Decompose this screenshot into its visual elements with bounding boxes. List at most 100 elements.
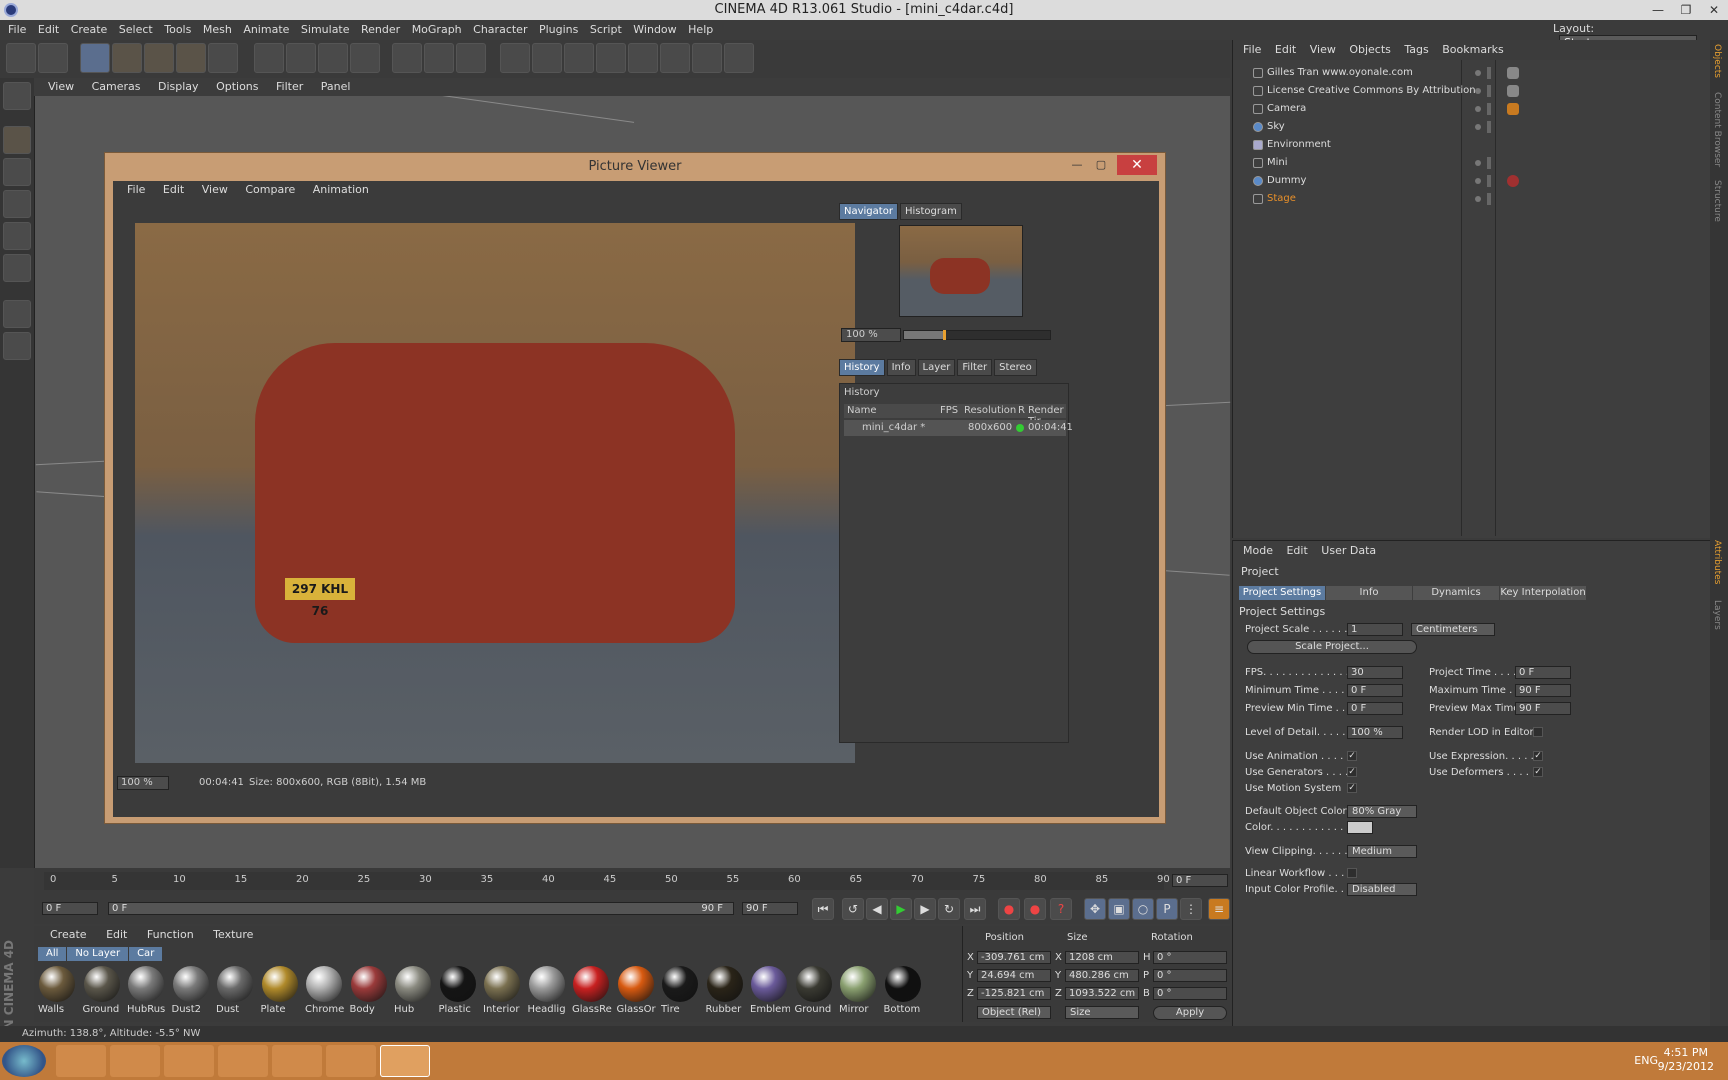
light-icon[interactable] — [724, 43, 754, 73]
previous-frame-icon[interactable]: ◀ — [866, 898, 888, 920]
layer-tab-car[interactable]: Car — [129, 947, 163, 961]
move-icon[interactable] — [112, 43, 142, 73]
pv-close-button[interactable]: ✕ — [1117, 155, 1157, 175]
cinema4d-active-taskbar-icon[interactable] — [380, 1045, 430, 1077]
menu-mograph[interactable]: MoGraph — [412, 20, 462, 40]
texture-mode-icon[interactable] — [3, 158, 31, 186]
pv-menu-view[interactable]: View — [202, 181, 228, 199]
project-scale-field[interactable]: 1 — [1347, 623, 1403, 636]
material-swatch[interactable]: Bottom — [882, 964, 924, 1018]
nurbs-icon[interactable] — [564, 43, 594, 73]
use-animation-checkbox[interactable]: ✓ — [1347, 751, 1357, 761]
z-axis-lock-icon[interactable] — [318, 43, 348, 73]
project-time-field[interactable]: 0 F — [1515, 666, 1571, 679]
use-deformers-checkbox[interactable]: ✓ — [1533, 767, 1543, 777]
menu-file[interactable]: File — [8, 20, 26, 40]
history-row[interactable]: mini_c4dar * 800x600 00:04:41 — [844, 420, 1073, 436]
range-slider[interactable]: 0 F 90 F — [108, 902, 734, 915]
object-row[interactable]: Sky — [1241, 118, 1701, 136]
rotate-icon[interactable] — [176, 43, 206, 73]
timeline-ruler[interactable]: 0 5 10 15 20 25 30 35 40 45 50 55 60 65 70 75 80 85 90 — [44, 872, 1170, 890]
pv-maximize-button[interactable]: ▢ — [1089, 155, 1113, 175]
size-y-field[interactable]: 480.286 cm — [1065, 969, 1139, 982]
material-swatch[interactable]: Hub — [392, 964, 434, 1018]
size-x-field[interactable]: 1208 cm — [1065, 951, 1139, 964]
material-swatch[interactable]: Mirror — [837, 964, 879, 1018]
preview-max-field[interactable]: 90 F — [1515, 702, 1571, 715]
zoom-slider-handle[interactable] — [943, 330, 947, 340]
pv-minimize-button[interactable]: — — [1065, 155, 1089, 175]
next-key-icon[interactable]: ↻ — [938, 898, 960, 920]
play-forward-icon[interactable]: ▶ — [890, 898, 912, 920]
app-icon[interactable] — [272, 1045, 322, 1077]
spline-icon[interactable] — [532, 43, 562, 73]
autokey-icon[interactable]: ● — [1024, 898, 1046, 920]
viewport-menu-panel[interactable]: Panel — [321, 78, 351, 96]
position-x-field[interactable]: -309.761 cm — [977, 951, 1051, 964]
rotation-h-field[interactable]: 0 ° — [1153, 951, 1227, 964]
col-resolution[interactable]: Resolution — [964, 405, 1016, 416]
clock[interactable]: 4:51 PM 9/23/2012 — [1658, 1046, 1714, 1074]
object-row[interactable]: Dummy — [1241, 172, 1701, 190]
menu-character[interactable]: Character — [473, 20, 527, 40]
tab-info[interactable]: Info — [1326, 586, 1412, 600]
rotation-b-field[interactable]: 0 ° — [1153, 987, 1227, 1000]
viewport-menu-display[interactable]: Display — [158, 78, 199, 96]
render-lod-checkbox[interactable] — [1533, 727, 1543, 737]
material-swatch[interactable]: Plastic — [437, 964, 479, 1018]
material-swatch[interactable]: Plate — [259, 964, 301, 1018]
object-row[interactable]: Stage — [1241, 190, 1701, 208]
pv-menu-compare[interactable]: Compare — [245, 181, 295, 199]
col-name[interactable]: Name — [847, 405, 877, 416]
snap-icon[interactable] — [3, 332, 31, 360]
tab-info[interactable]: Info — [886, 359, 916, 376]
col-r[interactable]: R — [1018, 405, 1025, 416]
menu-help[interactable]: Help — [688, 20, 713, 40]
viewport-menu-options[interactable]: Options — [216, 78, 258, 96]
attr-menu-mode[interactable]: Mode — [1243, 541, 1273, 561]
om-menu-file[interactable]: File — [1243, 40, 1261, 60]
points-mode-icon[interactable] — [3, 190, 31, 218]
array-icon[interactable] — [596, 43, 626, 73]
object-row[interactable]: Mini — [1241, 154, 1701, 172]
menu-select[interactable]: Select — [119, 20, 153, 40]
navigator-zoom-field[interactable]: 100 % — [841, 328, 901, 342]
live-selection-icon[interactable] — [80, 43, 110, 73]
mat-menu-function[interactable]: Function — [147, 926, 194, 944]
material-swatch[interactable]: HubRus — [125, 964, 167, 1018]
menu-script[interactable]: Script — [590, 20, 622, 40]
menu-edit[interactable]: Edit — [38, 20, 59, 40]
tab-navigator[interactable]: Navigator — [839, 203, 898, 220]
material-swatch[interactable]: Headlig — [526, 964, 568, 1018]
viewport-menu-view[interactable]: View — [48, 78, 74, 96]
navigator-zoom-slider[interactable] — [903, 330, 1051, 340]
preview-min-field[interactable]: 0 F — [1347, 702, 1403, 715]
side-tab-layers[interactable]: Layers — [1712, 600, 1722, 630]
om-menu-edit[interactable]: Edit — [1275, 40, 1296, 60]
previous-key-icon[interactable]: ↺ — [842, 898, 864, 920]
material-swatch[interactable]: Chrome — [303, 964, 345, 1018]
material-swatch[interactable]: Emblem — [748, 964, 790, 1018]
x-axis-lock-icon[interactable] — [254, 43, 284, 73]
menu-simulate[interactable]: Simulate — [301, 20, 350, 40]
material-swatch[interactable]: Ground — [81, 964, 123, 1018]
side-tab-content-browser[interactable]: Content Browser — [1712, 92, 1722, 167]
position-z-field[interactable]: -125.821 cm — [977, 987, 1051, 1000]
menu-window[interactable]: Window — [633, 20, 676, 40]
model-mode-icon[interactable] — [3, 126, 31, 154]
render-view-icon[interactable] — [392, 43, 422, 73]
redo-icon[interactable] — [38, 43, 68, 73]
minimize-button[interactable]: — — [1644, 0, 1672, 20]
ie-icon[interactable] — [56, 1045, 106, 1077]
default-color-dropdown[interactable]: 80% Gray — [1347, 805, 1417, 818]
undo-icon[interactable] — [6, 43, 36, 73]
attr-menu-edit[interactable]: Edit — [1286, 541, 1307, 561]
layer-tab-all[interactable]: All — [38, 947, 67, 961]
scale-project-button[interactable]: Scale Project... — [1247, 640, 1417, 654]
material-swatch[interactable]: Tire — [659, 964, 701, 1018]
input-color-dropdown[interactable]: Disabled — [1347, 883, 1417, 896]
tab-dynamics[interactable]: Dynamics — [1413, 586, 1499, 600]
end-frame-field[interactable]: 90 F — [742, 902, 798, 915]
firefox-icon[interactable] — [164, 1045, 214, 1077]
key-pla-icon[interactable]: ⋮ — [1180, 898, 1202, 920]
